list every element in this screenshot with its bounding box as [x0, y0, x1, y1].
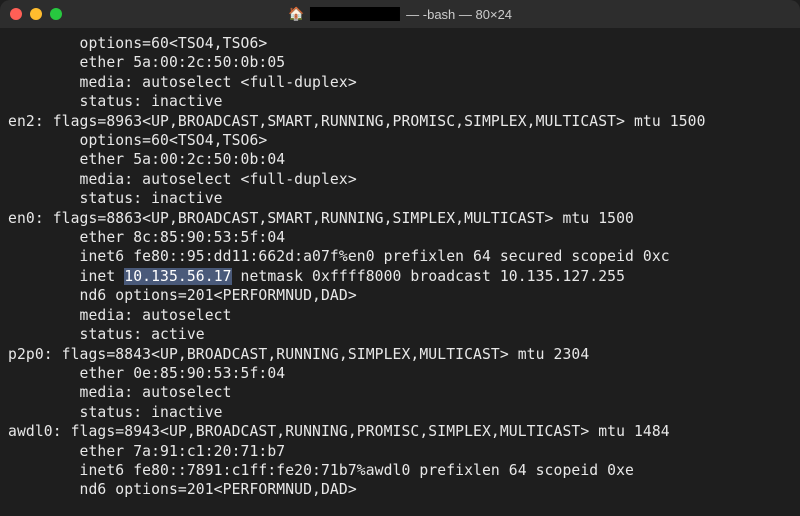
terminal-line-inet-suffix: netmask 0xffff8000 broadcast 10.135.127.… — [232, 268, 625, 285]
terminal-output[interactable]: options=60<TSO4,TSO6> ether 5a:00:2c:50:… — [0, 28, 800, 506]
terminal-line: media: autoselect <full-duplex> — [8, 171, 357, 188]
terminal-line: status: inactive — [8, 93, 223, 110]
terminal-line: media: autoselect — [8, 307, 232, 324]
terminal-line: inet6 fe80::7891:c1ff:fe20:71b7%awdl0 pr… — [8, 462, 634, 479]
zoom-button[interactable] — [50, 8, 62, 20]
redacted-username — [310, 7, 400, 21]
home-icon: 🏠 — [288, 6, 304, 22]
title-suffix: — -bash — 80×24 — [406, 7, 512, 22]
minimize-button[interactable] — [30, 8, 42, 20]
terminal-line: media: autoselect <full-duplex> — [8, 74, 357, 91]
terminal-line: p2p0: flags=8843<UP,BROADCAST,RUNNING,SI… — [8, 346, 589, 363]
window-title: 🏠 — -bash — 80×24 — [288, 6, 512, 22]
terminal-line: status: inactive — [8, 190, 223, 207]
window-titlebar: 🏠 — -bash — 80×24 — [0, 0, 800, 28]
terminal-line: ether 8c:85:90:53:5f:04 — [8, 229, 285, 246]
terminal-line: nd6 options=201<PERFORMNUD,DAD> — [8, 481, 357, 498]
terminal-line: media: autoselect — [8, 384, 232, 401]
terminal-line: en2: flags=8963<UP,BROADCAST,SMART,RUNNI… — [8, 113, 706, 130]
terminal-line: ether 7a:91:c1:20:71:b7 — [8, 443, 285, 460]
terminal-line: awdl0: flags=8943<UP,BROADCAST,RUNNING,P… — [8, 423, 670, 440]
terminal-line: options=60<TSO4,TSO6> — [8, 132, 267, 149]
close-button[interactable] — [10, 8, 22, 20]
terminal-line: nd6 options=201<PERFORMNUD,DAD> — [8, 287, 357, 304]
traffic-lights — [10, 8, 62, 20]
terminal-line: ether 5a:00:2c:50:0b:05 — [8, 54, 285, 71]
terminal-line: status: inactive — [8, 404, 223, 421]
terminal-line: ether 0e:85:90:53:5f:04 — [8, 365, 285, 382]
terminal-line: options=60<TSO4,TSO6> — [8, 35, 267, 52]
terminal-line-inet-prefix: inet — [8, 268, 124, 285]
terminal-line: ether 5a:00:2c:50:0b:04 — [8, 151, 285, 168]
highlighted-ip[interactable]: 10.135.56.17 — [124, 268, 231, 285]
terminal-line: en0: flags=8863<UP,BROADCAST,SMART,RUNNI… — [8, 210, 634, 227]
terminal-line: inet6 fe80::95:dd11:662d:a07f%en0 prefix… — [8, 248, 670, 265]
terminal-line: status: active — [8, 326, 205, 343]
